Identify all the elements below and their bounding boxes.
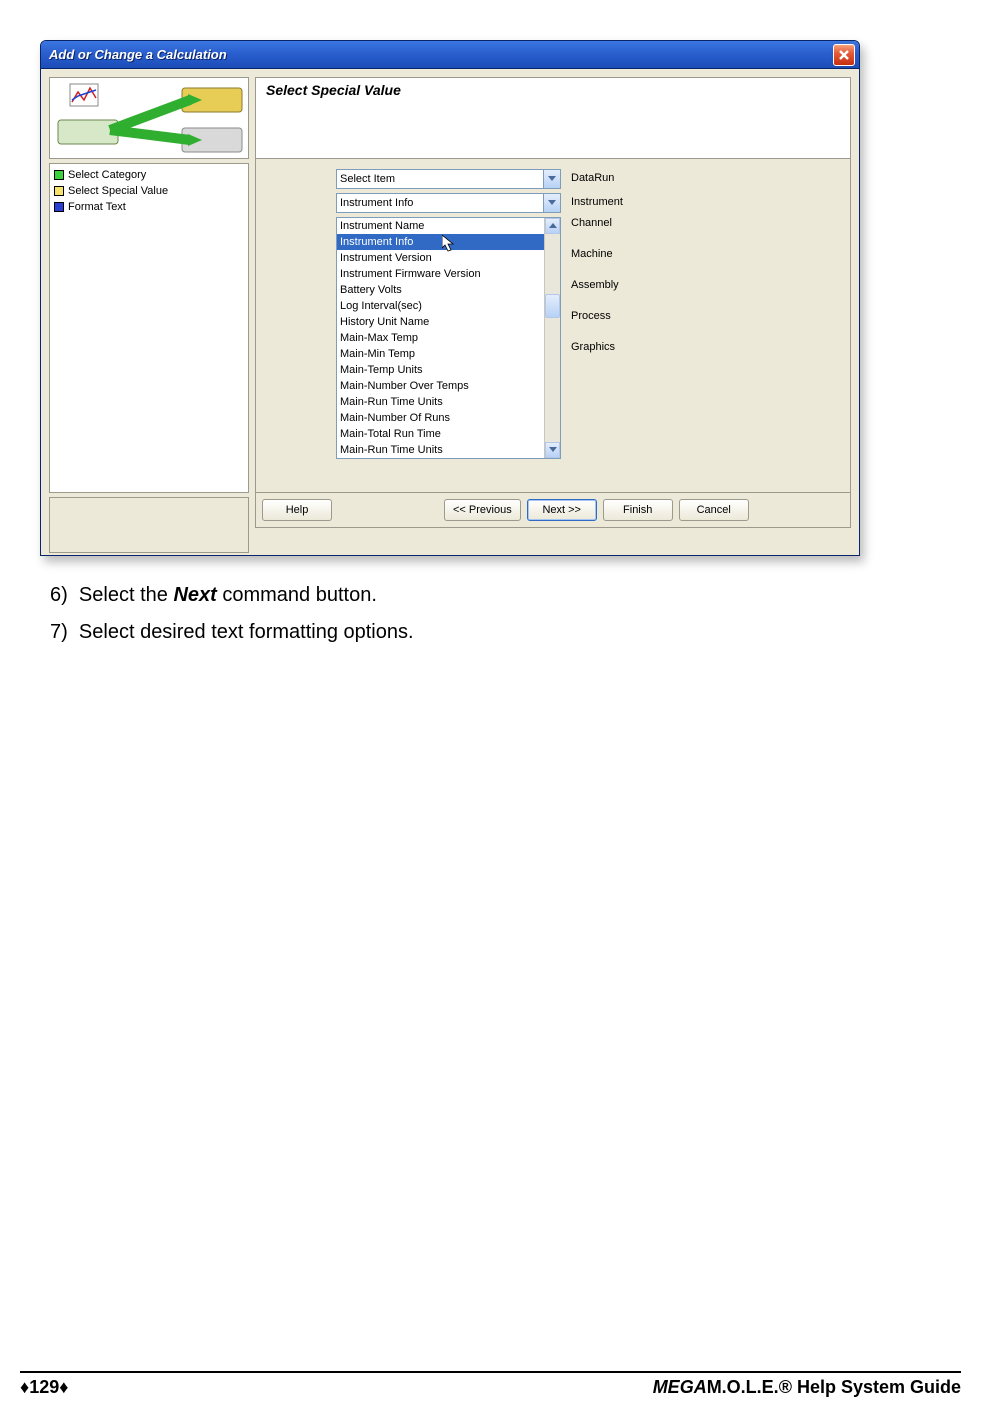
datarun-combo[interactable]: Select Item xyxy=(336,169,561,189)
list-item[interactable]: Main-Number Over Temps xyxy=(337,378,544,394)
scroll-up-button[interactable] xyxy=(545,218,560,234)
next-button[interactable]: Next >> xyxy=(527,499,597,521)
combo-value: Instrument Info xyxy=(340,197,413,209)
list-item[interactable]: Instrument Info xyxy=(337,234,544,250)
cursor-icon xyxy=(442,235,456,253)
list-item[interactable]: Main-Total Run Time xyxy=(337,426,544,442)
category-label: Channel xyxy=(571,217,619,229)
wizard-steps-list: Select Category Select Special Value For… xyxy=(49,163,249,493)
list-item[interactable]: Main-Run Time Units xyxy=(337,442,544,458)
step-label: Format Text xyxy=(68,199,126,215)
step-item: Format Text xyxy=(54,199,244,215)
list-item[interactable]: Instrument Firmware Version xyxy=(337,266,544,282)
list-item[interactable]: Main-Run Time Units xyxy=(337,394,544,410)
hint-panel xyxy=(49,497,249,553)
step-number: 7) xyxy=(50,621,68,643)
datarun-label: DataRun xyxy=(571,169,614,184)
special-value-listbox[interactable]: Instrument NameInstrument InfoInstrument… xyxy=(336,217,561,459)
instrument-label: Instrument xyxy=(571,193,623,208)
dialog-window: Add or Change a Calculation xyxy=(40,40,860,556)
help-button[interactable]: Help xyxy=(262,499,332,521)
step-label: Select Category xyxy=(68,167,146,183)
list-item[interactable]: Main-Number Of Runs xyxy=(337,410,544,426)
category-label: Machine xyxy=(571,248,619,260)
list-item[interactable]: History Unit Name xyxy=(337,314,544,330)
titlebar[interactable]: Add or Change a Calculation xyxy=(41,41,859,69)
category-label: Assembly xyxy=(571,279,619,291)
dropdown-arrow-icon[interactable] xyxy=(543,194,560,212)
cancel-button[interactable]: Cancel xyxy=(679,499,749,521)
scroll-thumb[interactable] xyxy=(545,294,560,318)
step-item: Select Category xyxy=(54,167,244,183)
list-item[interactable]: Battery Volts xyxy=(337,282,544,298)
list-item[interactable]: Main-Temp Units xyxy=(337,362,544,378)
instrument-combo[interactable]: Instrument Info xyxy=(336,193,561,213)
button-bar: Help << Previous Next >> Finish Cancel xyxy=(255,493,851,528)
page-footer: ♦129♦ MEGAM.O.L.E.® Help System Guide xyxy=(20,1371,961,1398)
panel-heading: Select Special Value xyxy=(266,82,401,98)
category-label: Graphics xyxy=(571,341,619,353)
dropdown-arrow-icon[interactable] xyxy=(543,170,560,188)
list-item[interactable]: Main-Max Temp xyxy=(337,330,544,346)
step-number: 6) xyxy=(50,584,68,606)
guide-title: MEGAM.O.L.E.® Help System Guide xyxy=(653,1377,961,1398)
heading-panel: Select Special Value xyxy=(255,77,851,159)
close-icon xyxy=(838,49,850,61)
wizard-illustration xyxy=(49,77,249,159)
list-item[interactable]: Instrument Version xyxy=(337,250,544,266)
scroll-down-button[interactable] xyxy=(545,442,560,458)
previous-button[interactable]: << Previous xyxy=(444,499,521,521)
page-number: ♦129♦ xyxy=(20,1377,68,1398)
combo-value: Select Item xyxy=(340,173,395,185)
category-label: Process xyxy=(571,310,619,322)
list-item[interactable]: Instrument Name xyxy=(337,218,544,234)
category-labels: Channel Machine Assembly Process Graphics xyxy=(571,217,619,459)
scroll-track[interactable] xyxy=(545,234,560,442)
list-item[interactable]: Main-Min Temp xyxy=(337,346,544,362)
step-label: Select Special Value xyxy=(68,183,168,199)
scrollbar[interactable] xyxy=(544,218,560,458)
finish-button[interactable]: Finish xyxy=(603,499,673,521)
window-title: Add or Change a Calculation xyxy=(49,47,833,62)
form-area: Select Item DataRun Instrument Info Inst… xyxy=(255,159,851,493)
close-button[interactable] xyxy=(833,44,855,66)
instruction-text: 6) Select the Next command button. 7) Se… xyxy=(50,584,931,644)
list-item[interactable]: Log Interval(sec) xyxy=(337,298,544,314)
step-item: Select Special Value xyxy=(54,183,244,199)
